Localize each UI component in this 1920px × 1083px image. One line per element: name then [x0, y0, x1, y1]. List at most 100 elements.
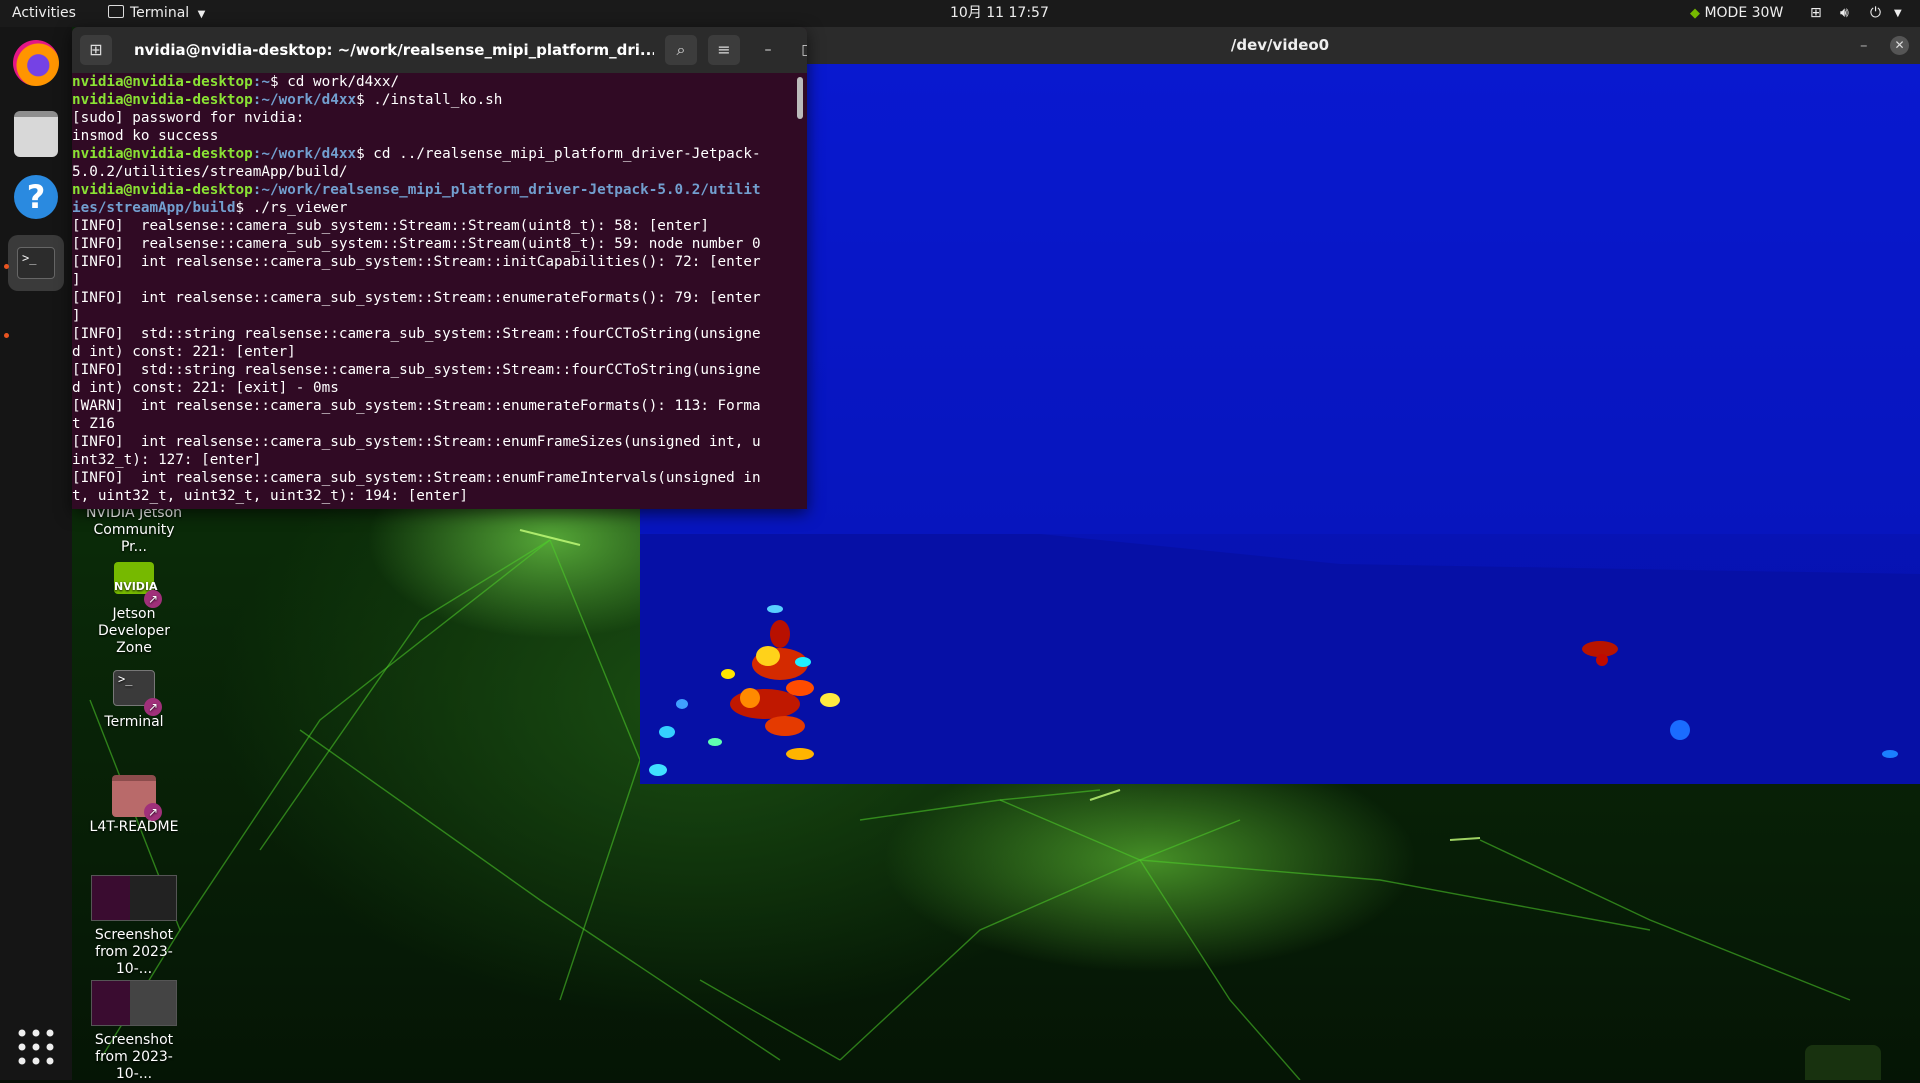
- terminal-line: nvidia@nvidia-desktop:~/work/d4xx$ cd ..…: [72, 145, 794, 163]
- terminal-title: nvidia@nvidia-desktop: ~/work/realsense_…: [134, 41, 654, 59]
- line-text: t Z16: [72, 416, 116, 432]
- terminal-line: [INFO] std::string realsense::camera_sub…: [72, 361, 794, 379]
- shortcut-arrow-icon: ↗: [144, 590, 162, 608]
- terminal-line: nvidia@nvidia-desktop:~/work/realsense_m…: [72, 181, 794, 199]
- help-icon: ?: [14, 175, 58, 219]
- prompt-path: :~/work/d4xx: [252, 92, 357, 108]
- minimize-button[interactable]: –: [756, 38, 780, 62]
- prompt-path: :~: [252, 74, 270, 90]
- line-text: [INFO] int realsense::camera_sub_system:…: [72, 290, 761, 306]
- chevron-down-icon: ▼: [197, 9, 206, 20]
- power-mode-indicator[interactable]: ◆ MODE 30W: [1690, 0, 1783, 27]
- video-window-titlebar[interactable]: /dev/video0 – ✕: [640, 27, 1920, 64]
- new-tab-button[interactable]: ⊞: [80, 35, 112, 65]
- desktop-icon-screenshot-1[interactable]: Screenshot from 2023-10-...: [74, 875, 194, 978]
- desktop-icon-label: Screenshot from 2023-10-...: [94, 927, 174, 977]
- screenshot-thumbnail: [91, 980, 177, 1026]
- terminal-line: [INFO] realsense::camera_sub_system::Str…: [72, 235, 794, 253]
- line-text: $ cd work/d4xx/: [269, 74, 400, 90]
- line-text: [sudo] password for nvidia:: [72, 110, 305, 126]
- desktop-icon-label: Jetson Developer Zone: [97, 606, 170, 656]
- close-button[interactable]: ✕: [1890, 36, 1909, 55]
- prompt-path: ies/streamApp/build: [72, 200, 236, 216]
- terminal-output[interactable]: nvidia@nvidia-desktop :~$ cd work/d4xx/nv…: [72, 73, 794, 509]
- maximize-button[interactable]: □: [796, 38, 807, 62]
- video-window-title: /dev/video0: [1230, 36, 1330, 54]
- line-text: $ ./install_ko.sh: [356, 92, 503, 108]
- dock-files[interactable]: [8, 102, 64, 158]
- terminal-line: [sudo] password for nvidia:: [72, 109, 794, 127]
- line-text: ]: [72, 308, 81, 324]
- nvidia-logo-icon: ◆: [1690, 6, 1700, 21]
- app-menu[interactable]: Terminal ▼: [108, 0, 205, 27]
- terminal-line: ]: [72, 307, 794, 325]
- dock-firefox[interactable]: [8, 35, 64, 91]
- prompt-user: nvidia@nvidia-desktop: [72, 182, 253, 198]
- terminal-icon: >_: [17, 247, 55, 279]
- search-icon: ⌕: [676, 40, 686, 59]
- desktop-icon-screenshot-2[interactable]: Screenshot from 2023-10-...: [74, 980, 194, 1083]
- terminal-window[interactable]: ⊞ nvidia@nvidia-desktop: ~/work/realsens…: [72, 27, 807, 509]
- line-text: insmod ko success: [72, 128, 219, 144]
- top-bar: Activities Terminal ▼ 10月 11 17:57 ◆ MOD…: [0, 0, 1920, 27]
- line-text: ]: [72, 272, 81, 288]
- terminal-line: int32_t): 127: [enter]: [72, 451, 794, 469]
- terminal-line: [INFO] int realsense::camera_sub_system:…: [72, 469, 794, 487]
- line-text: d int) const: 221: [exit] - 0ms: [72, 380, 339, 396]
- line-text: $ cd ../realsense_mipi_platform_driver-J…: [356, 146, 761, 162]
- desktop-icon-terminal[interactable]: >_ ↗ Terminal: [74, 670, 194, 731]
- running-indicator: [4, 264, 9, 269]
- desktop-icon-label: Screenshot from 2023-10-...: [94, 1032, 174, 1082]
- terminal-scrollbar[interactable]: [797, 77, 803, 119]
- nvidia-watermark-icon: [1805, 1045, 1881, 1080]
- menu-button[interactable]: ≡: [708, 35, 740, 65]
- line-text: [INFO] int realsense::camera_sub_system:…: [72, 434, 761, 450]
- depth-stream-view: [640, 64, 1920, 784]
- network-icon[interactable]: ⊞: [1810, 0, 1822, 27]
- activities-button[interactable]: Activities: [12, 0, 76, 27]
- dock: ? >_: [0, 27, 72, 1080]
- dock-terminal[interactable]: >_: [8, 235, 64, 291]
- terminal-line: nvidia@nvidia-desktop:~/work/d4xx$ ./ins…: [72, 91, 794, 109]
- video-window[interactable]: /dev/video0 – ✕: [640, 27, 1920, 784]
- dock-help[interactable]: ?: [8, 169, 64, 225]
- depth-image: [640, 64, 1920, 784]
- desktop-icon-developer-zone[interactable]: NVIDIA ↗ Jetson Developer Zone: [74, 562, 194, 657]
- terminal-line: [WARN] int realsense::camera_sub_system:…: [72, 397, 794, 415]
- terminal-line: t, uint32_t, uint32_t, uint32_t): 194: […: [72, 487, 794, 505]
- terminal-line: d int) const: 221: [enter]: [72, 343, 794, 361]
- power-icon[interactable]: ⏻: [1870, 0, 1881, 27]
- shortcut-arrow-icon: ↗: [144, 803, 162, 821]
- terminal-line: [INFO] realsense::camera_sub_system::Str…: [72, 217, 794, 235]
- prompt-user: nvidia@nvidia-desktop: [72, 146, 253, 162]
- volume-icon[interactable]: 🔊︎: [1840, 0, 1849, 27]
- desktop-icon-jetson-community[interactable]: NVIDIA Jetson Community Pr...: [74, 505, 194, 556]
- terminal-line: ies/streamApp/build$ ./rs_viewer: [72, 199, 794, 217]
- prompt-user: nvidia@nvidia-desktop: [72, 92, 253, 108]
- screenshot-thumbnail: [91, 875, 177, 921]
- new-tab-icon: ⊞: [89, 40, 103, 59]
- terminal-line: t Z16: [72, 415, 794, 433]
- show-apps-button[interactable]: [16, 1027, 56, 1067]
- terminal-line: ]: [72, 271, 794, 289]
- minimize-button[interactable]: –: [1860, 27, 1868, 64]
- terminal-line: insmod ko success: [72, 127, 794, 145]
- line-text: [INFO] realsense::camera_sub_system::Str…: [72, 218, 709, 234]
- terminal-line: [INFO] int realsense::camera_sub_system:…: [72, 253, 794, 271]
- system-menu-chevron-icon[interactable]: ▼: [1894, 0, 1902, 27]
- terminal-line: [INFO] int realsense::camera_sub_system:…: [72, 433, 794, 451]
- firefox-icon: [13, 40, 59, 86]
- line-text: [INFO] std::string realsense::camera_sub…: [72, 362, 761, 378]
- line-text: int32_t): 127: [enter]: [72, 452, 262, 468]
- clock[interactable]: 10月 11 17:57: [950, 0, 1049, 27]
- desktop-icon-l4t-readme[interactable]: ↗ L4T-README: [74, 775, 194, 836]
- search-button[interactable]: ⌕: [665, 35, 697, 65]
- app-menu-label: Terminal: [130, 5, 190, 21]
- terminal-headerbar[interactable]: ⊞ nvidia@nvidia-desktop: ~/work/realsens…: [72, 27, 807, 73]
- terminal-line: 5.0.2/utilities/streamApp/build/: [72, 163, 794, 181]
- nvidia-logo-icon: NVIDIA ↗: [110, 562, 162, 608]
- line-text: t, uint32_t, uint32_t, uint32_t): 194: […: [72, 488, 468, 504]
- line-text: [WARN] int realsense::camera_sub_system:…: [72, 398, 761, 414]
- line-text: [INFO] std::string realsense::camera_sub…: [72, 326, 761, 342]
- prompt-path: :~/work/d4xx: [252, 146, 357, 162]
